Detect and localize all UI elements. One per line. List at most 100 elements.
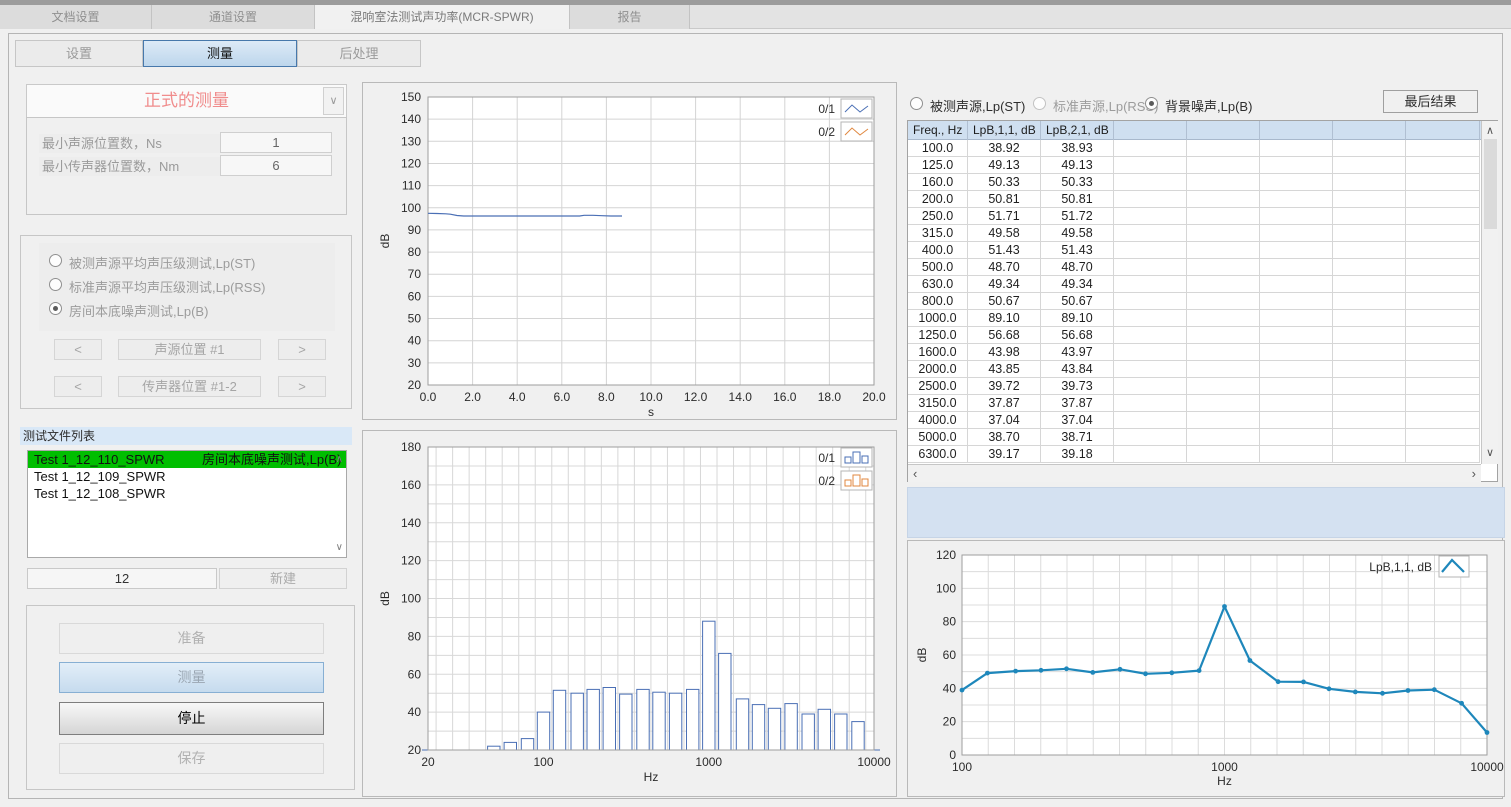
table-row[interactable]: 160.050.3350.33: [908, 174, 1481, 191]
prepare-button[interactable]: 准备: [59, 623, 324, 654]
table-row[interactable]: 125.049.1349.13: [908, 157, 1481, 174]
counter-button[interactable]: 12: [27, 568, 217, 589]
table-cell: 1250.0: [908, 327, 968, 344]
new-file-button[interactable]: 新建: [219, 568, 347, 589]
scroll-up-icon[interactable]: ∧: [336, 455, 343, 465]
table-cell: 2000.0: [908, 361, 968, 378]
tab-report[interactable]: 报告: [570, 5, 690, 29]
table-cell: 200.0: [908, 191, 968, 208]
svg-text:18.0: 18.0: [818, 390, 842, 404]
table-cell: 39.17: [968, 446, 1041, 463]
table-cell: [1333, 378, 1406, 395]
radio-label: 背景噪声,Lp(B): [1165, 96, 1252, 115]
table-cell: [1187, 191, 1260, 208]
table-cell: 1600.0: [908, 344, 968, 361]
table-row[interactable]: 630.049.3449.34: [908, 276, 1481, 293]
info-panel: [907, 487, 1505, 538]
time-history-chart: 20304050607080901001101201301401500.02.0…: [363, 83, 896, 419]
table-row[interactable]: 1600.043.9843.97: [908, 344, 1481, 361]
radio-label: 房间本底噪声测试,Lp(B): [69, 301, 208, 320]
table-cell: 50.33: [1041, 174, 1114, 191]
table-row[interactable]: 5000.038.7038.71: [908, 429, 1481, 446]
table-cell: [1187, 225, 1260, 242]
table-cell: [1187, 412, 1260, 429]
table-cell: [1114, 259, 1187, 276]
table-row[interactable]: 2000.043.8543.84: [908, 361, 1481, 378]
table-cell: [1406, 395, 1480, 412]
list-item[interactable]: Test 1_12_108_SPWR: [28, 485, 346, 502]
list-item[interactable]: Test 1_12_110_SPWR房间本底噪声测试,Lp(B): [28, 451, 346, 468]
svg-text:0/2: 0/2: [818, 474, 835, 488]
svg-text:12.0: 12.0: [684, 390, 708, 404]
table-header-cell: [1406, 121, 1480, 140]
table-cell: 49.13: [968, 157, 1041, 174]
tab-mcr-spwr[interactable]: 混响室法测试声功率(MCR-SPWR): [315, 5, 570, 29]
svg-text:0/2: 0/2: [818, 125, 835, 139]
table-row[interactable]: 6300.039.1739.18: [908, 446, 1481, 463]
mic-position-button[interactable]: 传声器位置 #1-2: [118, 376, 261, 397]
table-cell: 89.10: [968, 310, 1041, 327]
save-button[interactable]: 保存: [59, 743, 324, 774]
subtab-postprocess[interactable]: 后处理: [297, 40, 421, 67]
svg-text:100: 100: [533, 755, 553, 769]
table-row[interactable]: 4000.037.0437.04: [908, 412, 1481, 429]
ns-field-input[interactable]: 1: [220, 132, 332, 153]
nm-field-input[interactable]: 6: [220, 155, 332, 176]
table-cell: [1260, 344, 1333, 361]
table-cell: [1406, 174, 1480, 191]
result-table: Freq., HzLpB,1,1, dBLpB,2,1, dB 100.038.…: [907, 120, 1498, 482]
mic-position-next-button[interactable]: >: [278, 376, 326, 397]
subtab-settings[interactable]: 设置: [15, 40, 143, 67]
svg-text:dB: dB: [915, 648, 929, 663]
file-list-title: 测试文件列表: [20, 427, 352, 445]
table-cell: [1260, 446, 1333, 463]
table-cell: [1260, 327, 1333, 344]
table-row[interactable]: 200.050.8150.81: [908, 191, 1481, 208]
final-result-button[interactable]: 最后结果: [1383, 90, 1478, 113]
table-cell: 48.70: [968, 259, 1041, 276]
table-row[interactable]: 800.050.6750.67: [908, 293, 1481, 310]
table-row[interactable]: 2500.039.7239.73: [908, 378, 1481, 395]
chevron-down-icon[interactable]: ∨: [323, 87, 344, 115]
scroll-right-icon[interactable]: ›: [1472, 468, 1476, 479]
table-horizontal-scrollbar[interactable]: ‹ ›: [908, 464, 1481, 482]
table-row[interactable]: 100.038.9238.93: [908, 140, 1481, 157]
table-vertical-scrollbar[interactable]: ∧ ∨: [1481, 121, 1498, 464]
table-row[interactable]: 1000.089.1089.10: [908, 310, 1481, 327]
table-cell: 800.0: [908, 293, 968, 310]
source-position-button[interactable]: 声源位置 #1: [118, 339, 261, 360]
table-row[interactable]: 1250.056.6856.68: [908, 327, 1481, 344]
subtab-measure[interactable]: 测量: [143, 40, 297, 67]
table-cell: [1406, 412, 1480, 429]
table-row[interactable]: 3150.037.8737.87: [908, 395, 1481, 412]
mic-position-prev-button[interactable]: <: [54, 376, 102, 397]
position-count-group: 最小声源位置数，Ns 1 最小传声器位置数，Nm 6: [26, 117, 347, 215]
scroll-down-icon[interactable]: ∨: [336, 543, 343, 553]
table-cell: 39.72: [968, 378, 1041, 395]
scroll-down-icon[interactable]: ∨: [1486, 448, 1494, 459]
table-cell: [1260, 157, 1333, 174]
table-cell: [1333, 191, 1406, 208]
table-cell: 160.0: [908, 174, 968, 191]
measure-type-dropdown[interactable]: 正式的测量 ∨: [26, 84, 347, 118]
scrollbar-thumb[interactable]: [1484, 139, 1497, 229]
table-cell: [1187, 157, 1260, 174]
table-row[interactable]: 500.048.7048.70: [908, 259, 1481, 276]
table-row[interactable]: 250.051.7151.72: [908, 208, 1481, 225]
tab-document-settings[interactable]: 文档设置: [0, 5, 152, 29]
scroll-up-icon[interactable]: ∧: [1486, 126, 1494, 137]
table-row[interactable]: 315.049.5849.58: [908, 225, 1481, 242]
svg-text:10000: 10000: [1470, 760, 1504, 774]
measure-button[interactable]: 测量: [59, 662, 324, 693]
svg-text:80: 80: [408, 245, 422, 259]
stop-button[interactable]: 停止: [59, 702, 324, 735]
table-cell: [1187, 259, 1260, 276]
table-cell: [1114, 378, 1187, 395]
scroll-left-icon[interactable]: ‹: [913, 468, 917, 479]
source-position-prev-button[interactable]: <: [54, 339, 102, 360]
list-item[interactable]: Test 1_12_109_SPWR: [28, 468, 346, 485]
tab-channel-settings[interactable]: 通道设置: [152, 5, 315, 29]
source-position-next-button[interactable]: >: [278, 339, 326, 360]
table-row[interactable]: 400.051.4351.43: [908, 242, 1481, 259]
table-cell: [1187, 378, 1260, 395]
